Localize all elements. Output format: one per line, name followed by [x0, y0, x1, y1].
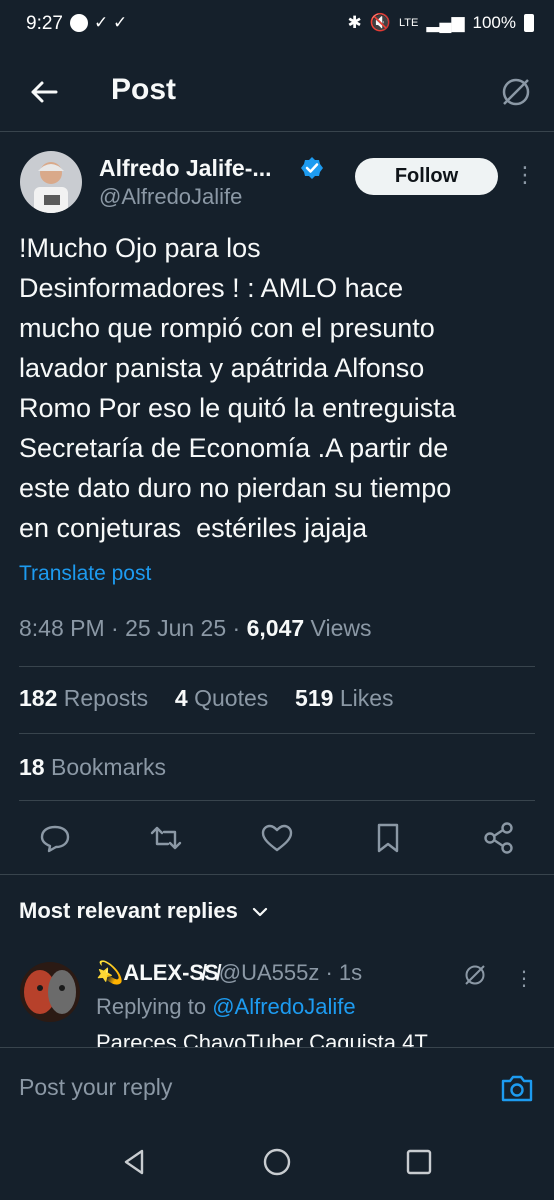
post-date: 25 Jun 25: [125, 615, 227, 641]
heart-icon: [261, 824, 293, 852]
battery-icon: [524, 14, 534, 32]
grok-icon: [465, 965, 485, 985]
more-vertical-icon: ⋮: [514, 968, 534, 990]
page-title: Post: [111, 73, 177, 106]
reposts-count: 182: [19, 685, 58, 711]
reply-icon: [40, 825, 70, 853]
post-text: !Mucho Ojo para los Desinformadores ! : …: [19, 233, 456, 543]
likes-label: Likes: [339, 685, 394, 711]
bookmarks-count: 18: [19, 754, 45, 780]
post-time: 8:48 PM: [19, 615, 105, 641]
translate-post-link[interactable]: Translate post: [19, 562, 151, 586]
grok-icon: [502, 78, 530, 106]
triangle-back-icon: [124, 1149, 144, 1175]
repost-icon: [150, 826, 182, 850]
camera-button[interactable]: [500, 1072, 534, 1104]
reply-more-options-button[interactable]: ⋮: [514, 966, 534, 991]
follow-button[interactable]: Follow: [355, 158, 498, 195]
camera-icon: [501, 1075, 533, 1102]
bookmarks-stat[interactable]: 18 Bookmarks: [19, 754, 166, 781]
reply-text: Pareces ChavoTuber Caquista 4T: [96, 1030, 428, 1048]
battery-label: 100%: [472, 13, 516, 32]
network-label: LTE: [398, 17, 419, 29]
back-button[interactable]: [28, 76, 60, 108]
views-label: Views: [310, 615, 372, 641]
arrow-left-icon: [31, 81, 58, 103]
verified-badge: [300, 156, 324, 180]
status-notification-icons: ✓ ✓: [70, 13, 127, 33]
reply-header: 💫ALEX-S̸S̸@UA555z · 1s: [96, 960, 362, 986]
like-button[interactable]: [259, 820, 295, 856]
reply-meta-separator: ·: [319, 960, 339, 985]
author-handle[interactable]: @AlfredoJalife: [99, 184, 242, 210]
stats-divider: [19, 733, 535, 734]
views-count: 6,047: [246, 615, 305, 641]
status-right-icons: ✱ 🔇 LTE ▂▄▆ 100%: [348, 13, 534, 33]
engagement-stats: 182 Reposts 4 Quotes 519 Likes: [19, 685, 394, 712]
mute-icon: 🔇: [369, 13, 391, 32]
reply-avatar[interactable]: [20, 962, 80, 1022]
quotes-stat[interactable]: 4 Quotes: [175, 685, 268, 711]
bookmarks-divider: [19, 800, 535, 801]
notification-check-icons: ✓ ✓: [94, 13, 128, 32]
system-back-button[interactable]: [118, 1146, 150, 1178]
quotes-count: 4: [174, 685, 188, 711]
status-bar: 9:27 ✓ ✓ ✱ 🔇 LTE ▂▄▆ 100%: [0, 0, 554, 50]
replies-sort-label: Most relevant replies: [19, 898, 238, 923]
replying-to-label: Replying to: [96, 994, 207, 1019]
author-name[interactable]: Alfredo Jalife-...: [99, 155, 272, 182]
bookmark-icon: [377, 823, 399, 853]
reply-author-handle[interactable]: @UA555z: [219, 960, 320, 985]
chevron-down-icon: [252, 908, 268, 917]
meta-divider: [19, 666, 535, 667]
reply-input[interactable]: [19, 1070, 479, 1104]
avatar-image: [20, 151, 82, 213]
replying-to-handle[interactable]: @AlfredoJalife: [212, 994, 355, 1019]
reply-avatar-image: [20, 962, 80, 1022]
signal-icon: ▂▄▆: [426, 13, 465, 32]
share-button[interactable]: [481, 820, 517, 856]
bookmarks-label: Bookmarks: [50, 754, 167, 780]
more-options-button[interactable]: ⋮: [514, 162, 536, 187]
share-icon: [484, 822, 513, 854]
meta-separator: ·: [232, 615, 247, 641]
reply-context: Replying to @AlfredoJalife: [96, 994, 356, 1020]
spotify-icon: [70, 14, 88, 32]
reply-time: 1s: [338, 960, 363, 985]
system-home-button[interactable]: [261, 1146, 293, 1178]
more-vertical-icon: ⋮: [514, 162, 536, 187]
bookmark-button[interactable]: [370, 820, 406, 856]
meta-separator: ·: [111, 615, 126, 641]
likes-count: 519: [295, 685, 334, 711]
reposts-label: Reposts: [63, 685, 149, 711]
likes-stat[interactable]: 519 Likes: [295, 685, 393, 711]
square-recents-icon: [406, 1149, 432, 1175]
circle-home-icon: [263, 1148, 291, 1176]
reply-grok-button[interactable]: [462, 962, 488, 988]
reply-button[interactable]: [37, 820, 73, 856]
repost-button[interactable]: [148, 820, 184, 856]
post-meta: 8:48 PM · 25 Jun 25 · 6,047 Views: [19, 615, 371, 642]
reply-composer: [0, 1048, 554, 1126]
verified-icon: [301, 157, 323, 179]
system-recents-button[interactable]: [403, 1146, 435, 1178]
author-avatar[interactable]: [20, 151, 82, 213]
replies-sort-dropdown[interactable]: Most relevant replies: [19, 898, 270, 924]
reply-author-name[interactable]: 💫ALEX-S̸S̸: [96, 960, 219, 985]
quotes-label: Quotes: [194, 685, 269, 711]
actions-divider: [0, 874, 554, 875]
grok-button[interactable]: [498, 74, 534, 110]
reposts-stat[interactable]: 182 Reposts: [19, 685, 148, 711]
status-time: 9:27: [26, 13, 63, 34]
header-divider: [0, 131, 554, 132]
bluetooth-icon: ✱: [347, 13, 362, 32]
